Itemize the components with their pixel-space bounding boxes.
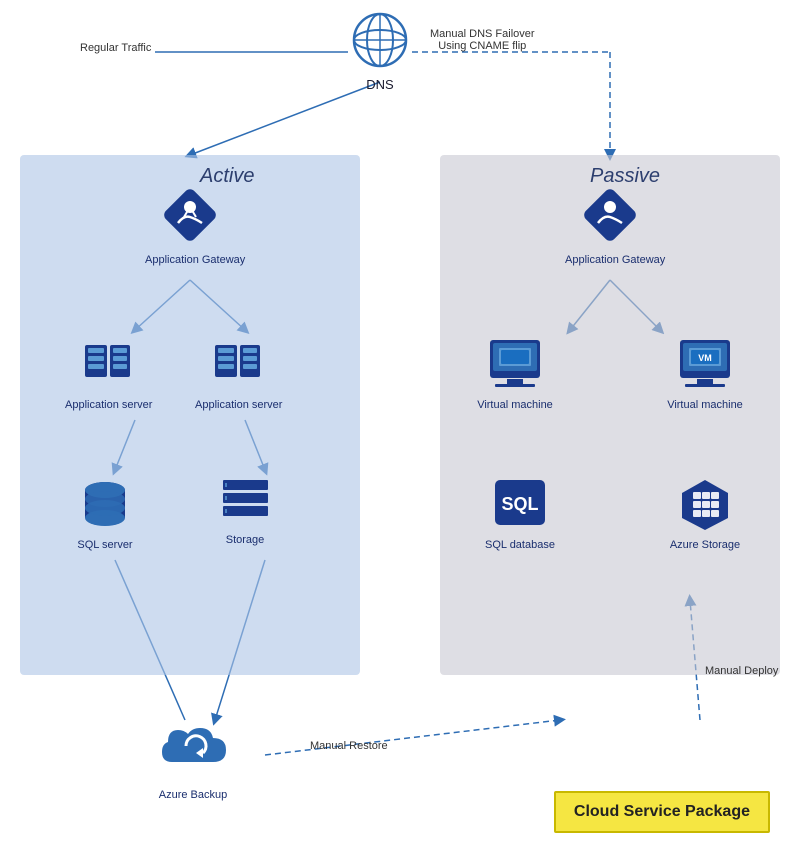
passive-sql-database: SQL SQL database xyxy=(480,475,560,551)
passive-vm1-icon: VM xyxy=(485,335,545,390)
active-app-gateway-icon xyxy=(160,185,220,245)
active-app-server2-label: Application server xyxy=(195,399,280,411)
cloud-service-package-box: Cloud Service Package xyxy=(554,791,770,833)
active-app-gateway-label: Application Gateway xyxy=(145,254,235,266)
passive-azure-storage-icon xyxy=(675,475,735,530)
passive-vm1-label: Virtual machine xyxy=(470,399,560,411)
active-app-server2: Application server xyxy=(195,335,280,411)
passive-vm2-icon: VM xyxy=(675,335,735,390)
active-storage-icon xyxy=(218,475,273,525)
svg-text:VM: VM xyxy=(698,353,712,363)
active-sql-server-icon xyxy=(80,475,130,530)
active-app-gateway: Application Gateway xyxy=(145,185,235,266)
passive-vm2-label: Virtual machine xyxy=(660,399,750,411)
passive-azure-storage-label: Azure Storage xyxy=(660,539,750,551)
passive-sql-database-label: SQL database xyxy=(480,539,560,551)
dns-globe: DNS xyxy=(340,10,420,92)
passive-vm1: VM Virtual machine xyxy=(470,335,560,411)
dns-label: DNS xyxy=(340,77,420,92)
active-app-server2-icon xyxy=(210,335,265,390)
active-sql-server: SQL server xyxy=(65,475,145,551)
active-app-server1-label: Application server xyxy=(65,399,150,411)
manual-deploy-label: Manual Deploy xyxy=(705,665,778,677)
passive-azure-storage: Azure Storage xyxy=(660,475,750,551)
azure-backup: Azure Backup xyxy=(148,720,238,801)
regular-traffic-label: Regular Traffic xyxy=(80,42,151,54)
diagram: DNS Regular Traffic Manual DNS Failover … xyxy=(0,0,802,848)
dns-globe-icon xyxy=(350,10,410,70)
manual-failover-label: Manual DNS Failover Using CNAME flip xyxy=(430,28,535,52)
passive-sql-database-icon: SQL xyxy=(490,475,550,530)
manual-restore-label: Manual Restore xyxy=(310,740,388,752)
passive-vm2: VM Virtual machine xyxy=(660,335,750,411)
azure-backup-label: Azure Backup xyxy=(148,789,238,801)
active-app-server1-icon xyxy=(80,335,135,390)
passive-app-gateway-icon xyxy=(580,185,640,245)
passive-app-gateway-label: Application Gateway xyxy=(565,254,655,266)
azure-backup-icon xyxy=(158,720,228,780)
passive-app-gateway: Application Gateway xyxy=(565,185,655,266)
active-app-server1: Application server xyxy=(65,335,150,411)
active-sql-server-label: SQL server xyxy=(65,539,145,551)
active-storage: Storage xyxy=(210,475,280,546)
active-storage-label: Storage xyxy=(210,534,280,546)
svg-text:SQL: SQL xyxy=(501,494,538,514)
